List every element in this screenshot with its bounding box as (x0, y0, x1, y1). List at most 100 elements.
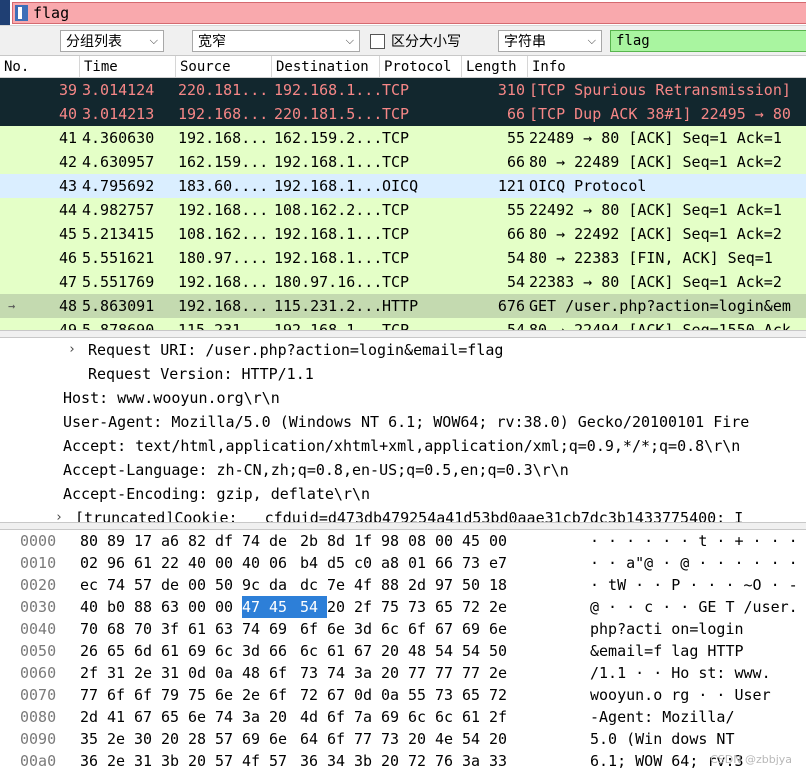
hex-byte[interactable]: 77 (462, 662, 489, 684)
byte-ascii[interactable]: -Agent: Mozilla/ (590, 706, 735, 728)
hex-byte[interactable]: 6e (269, 728, 300, 750)
hex-byte[interactable]: 20 (408, 728, 435, 750)
hex-byte[interactable]: 2d (408, 574, 435, 596)
hex-byte[interactable]: 2e (489, 662, 516, 684)
hex-byte[interactable]: 73 (408, 596, 435, 618)
column-header-no[interactable]: No. (0, 56, 80, 77)
hex-byte[interactable]: 3d (242, 640, 269, 662)
hex-byte[interactable]: 0d (188, 662, 215, 684)
hex-byte[interactable]: 6f (300, 618, 327, 640)
hex-byte[interactable]: 6e (327, 618, 354, 640)
packet-row[interactable]: 46 5.551621 180.97.... 192.168.1... TCP 54 80 … (0, 246, 806, 270)
hex-byte[interactable]: 72 (489, 684, 516, 706)
hex-byte[interactable]: 36 (80, 750, 107, 772)
hex-byte[interactable]: 1f (354, 530, 381, 552)
hex-byte[interactable]: 61 (134, 552, 161, 574)
packet-list[interactable]: No. Time Source Destination Protocol Len… (0, 56, 806, 330)
char-width-dropdown[interactable]: 宽窄 ⌵ (192, 30, 360, 52)
hex-byte[interactable]: 80 (80, 530, 107, 552)
byte-hex[interactable]: 2d 41 67 65 6e 74 3a 20 4d 6f 7a 69 6c 6c 61 2f (80, 706, 516, 728)
hex-byte[interactable]: 6c (381, 618, 408, 640)
hex-byte[interactable]: 20 (161, 728, 188, 750)
byte-hex[interactable]: 35 2e 30 20 28 57 69 6e 64 6f 77 73 20 4e 54 20 (80, 728, 516, 750)
hex-byte[interactable]: 75 (188, 684, 215, 706)
hex-byte[interactable]: 6c (300, 640, 327, 662)
hex-byte[interactable]: 20 (381, 662, 408, 684)
hex-byte[interactable]: 22 (161, 552, 188, 574)
column-header-destination[interactable]: Destination (272, 56, 380, 77)
hex-byte[interactable]: 74 (215, 706, 242, 728)
hex-byte[interactable]: b4 (300, 552, 327, 574)
hex-byte[interactable]: 63 (215, 618, 242, 640)
hex-byte[interactable]: 6e (215, 684, 242, 706)
packet-row[interactable]: 43 4.795692 183.60.... 192.168.1... OICQ 121 O… (0, 174, 806, 198)
hex-byte[interactable]: 2d (80, 706, 107, 728)
byte-hex[interactable]: 2f 31 2e 31 0d 0a 48 6f 73 74 3a 20 77 77 77 2e (80, 662, 516, 684)
hex-byte[interactable]: 40 (242, 552, 269, 574)
hex-byte[interactable]: 77 (408, 662, 435, 684)
hex-byte[interactable]: 20 (188, 750, 215, 772)
byte-ascii[interactable]: @ · · c · · GE T /user. (590, 596, 798, 618)
packet-row[interactable]: 39 3.014124 220.181... 192.168.1... TCP 310 [T… (0, 78, 806, 102)
hex-byte[interactable]: 20 (327, 596, 354, 618)
column-header-source[interactable]: Source (176, 56, 272, 77)
hex-byte[interactable]: 00 (215, 552, 242, 574)
hex-byte[interactable]: 45 (269, 596, 300, 618)
hex-byte[interactable]: 73 (300, 662, 327, 684)
hex-byte[interactable]: 9c (242, 574, 269, 596)
column-header-protocol[interactable]: Protocol (380, 56, 462, 77)
hex-byte[interactable]: 33 (489, 750, 516, 772)
packet-row[interactable]: 41 4.360630 192.168... 162.159.2... TCP 55 224… (0, 126, 806, 150)
hex-byte[interactable]: 65 (435, 596, 462, 618)
hex-byte[interactable]: 69 (269, 618, 300, 640)
hex-byte[interactable]: 68 (107, 618, 134, 640)
hex-byte[interactable]: 3a (354, 662, 381, 684)
hex-byte[interactable]: 17 (134, 530, 161, 552)
hex-byte[interactable]: 88 (134, 596, 161, 618)
hex-byte[interactable]: 57 (215, 750, 242, 772)
hex-byte[interactable]: 45 (462, 530, 489, 552)
hex-byte[interactable]: 69 (188, 640, 215, 662)
byte-hex[interactable]: 80 89 17 a6 82 df 74 de 2b 8d 1f 98 08 00 45 00 (80, 530, 516, 552)
hex-byte[interactable]: 67 (354, 640, 381, 662)
detail-row[interactable]: › [truncated]Cookie: __cfduid=d473db47925… (0, 506, 806, 522)
hex-byte[interactable]: 72 (300, 684, 327, 706)
hex-byte[interactable]: 4f (354, 574, 381, 596)
hex-byte[interactable]: 70 (134, 618, 161, 640)
hex-byte[interactable]: 6f (327, 728, 354, 750)
hex-byte[interactable]: 57 (134, 574, 161, 596)
hex-byte[interactable]: 72 (408, 750, 435, 772)
hex-byte[interactable]: 20 (381, 640, 408, 662)
hex-byte[interactable]: 66 (269, 640, 300, 662)
byte-hex[interactable]: 40 b0 88 63 00 00 47 45 54 20 2f 75 73 65 72 2e (80, 596, 516, 618)
hex-byte[interactable]: 6d (134, 640, 161, 662)
pane-splitter[interactable] (0, 522, 806, 530)
hex-byte[interactable]: 01 (408, 552, 435, 574)
hex-byte[interactable]: 7a (354, 706, 381, 728)
detail-row[interactable]: Host: www.wooyun.org\r\n (0, 386, 806, 410)
hex-byte[interactable]: 57 (215, 728, 242, 750)
hex-byte[interactable]: 6c (435, 706, 462, 728)
hex-byte[interactable]: 40 (80, 596, 107, 618)
byte-ascii[interactable]: · · · · · · t · + · · · · · E · (590, 530, 806, 552)
hex-byte[interactable]: 00 (215, 596, 242, 618)
hex-byte[interactable]: 47 (242, 596, 269, 618)
hex-byte[interactable]: 73 (381, 728, 408, 750)
hex-byte[interactable]: 65 (462, 684, 489, 706)
hex-byte[interactable]: 55 (408, 684, 435, 706)
hex-byte[interactable]: 2e (107, 750, 134, 772)
hex-byte[interactable]: 48 (242, 662, 269, 684)
hex-byte[interactable]: 72 (462, 596, 489, 618)
byte-hex[interactable]: 26 65 6d 61 69 6c 3d 66 6c 61 67 20 48 54 54 50 (80, 640, 516, 662)
hex-byte[interactable]: 6f (408, 618, 435, 640)
byte-ascii[interactable]: &email=f lag HTTP (590, 640, 744, 662)
column-header-time[interactable]: Time (80, 56, 176, 77)
hex-byte[interactable]: 7e (327, 574, 354, 596)
byte-hex[interactable]: ec 74 57 de 00 50 9c da dc 7e 4f 88 2d 97 50 18 (80, 574, 516, 596)
hex-byte[interactable]: 0d (354, 684, 381, 706)
hex-byte[interactable]: 57 (269, 750, 300, 772)
hex-byte[interactable]: 6e (188, 706, 215, 728)
hex-byte[interactable]: 79 (161, 684, 188, 706)
hex-byte[interactable]: 6c (408, 706, 435, 728)
hex-byte[interactable]: 00 (188, 574, 215, 596)
